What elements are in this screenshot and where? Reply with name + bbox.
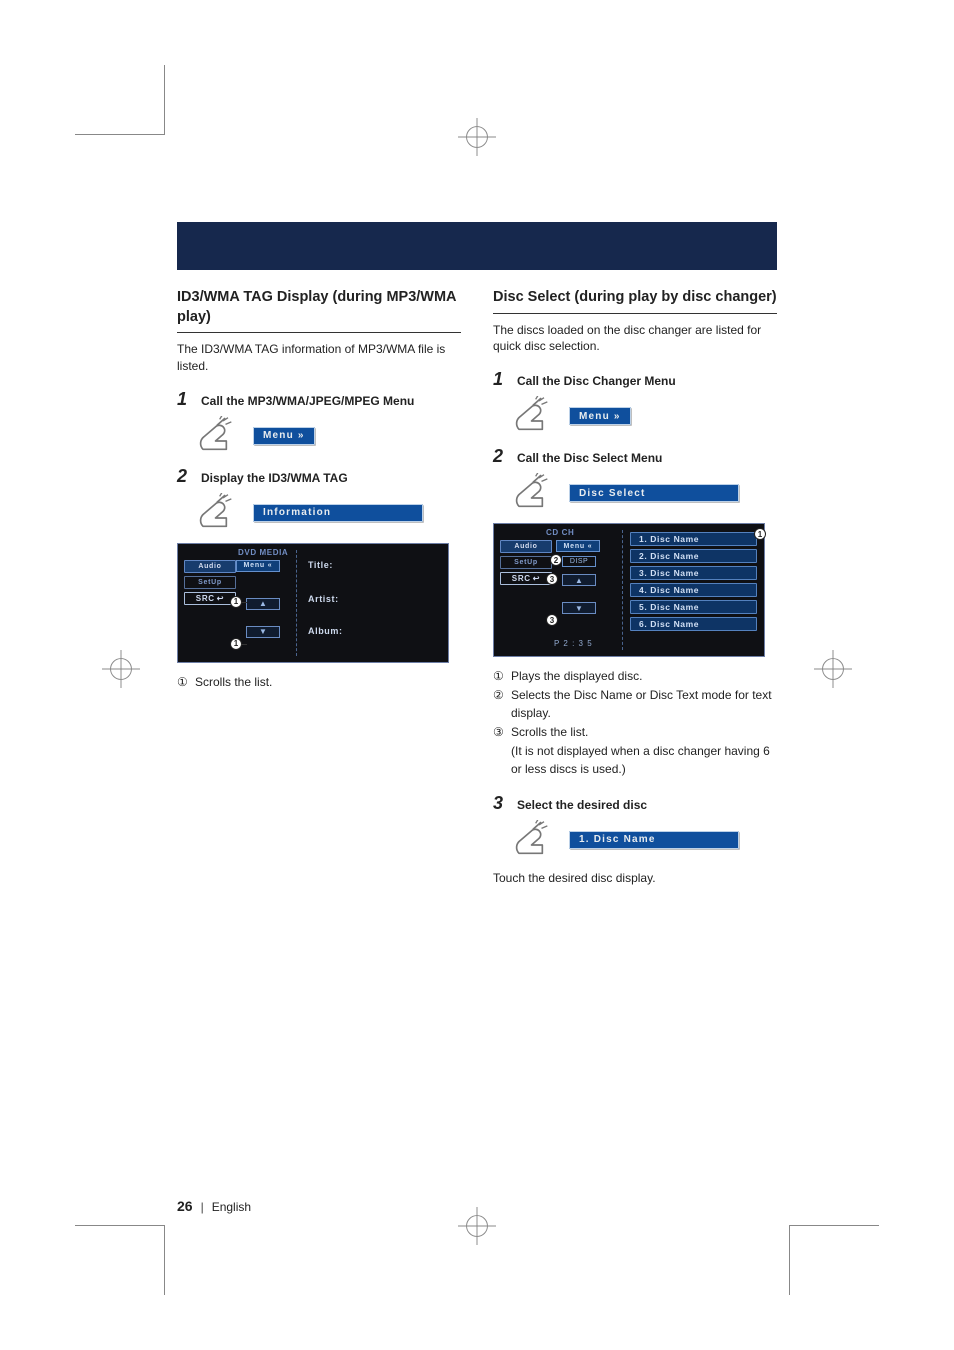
play-time: P 2 : 3 5 bbox=[554, 639, 593, 648]
screenshot-cd-changer: CD CH Audio SetUp SRC↩ Menu « DISP ▲ ▼ 1… bbox=[493, 523, 765, 657]
title-label: Title: bbox=[308, 560, 333, 570]
step-title: Call the MP3/WMA/JPEG/MPEG Menu bbox=[201, 394, 414, 408]
step-number: 2 bbox=[493, 446, 507, 467]
screen-header: DVD MEDIA bbox=[238, 548, 442, 557]
disc-item[interactable]: 1. Disc Name bbox=[630, 532, 757, 546]
legend-marker: ③ bbox=[493, 723, 511, 742]
divider bbox=[296, 550, 297, 656]
note-text: Touch the desired disc display. bbox=[493, 870, 777, 887]
registration-mark-icon bbox=[814, 650, 852, 688]
step-1: 1 Call the MP3/WMA/JPEG/MPEG Menu bbox=[177, 389, 461, 410]
legend-marker: ① bbox=[493, 667, 511, 686]
intro-text: The ID3/WMA TAG information of MP3/WMA f… bbox=[177, 341, 461, 375]
callout-2: 2 bbox=[550, 554, 562, 566]
screenshot-dvd-media: DVD MEDIA Audio SetUp SRC↩ Menu « ▲ ▼ Ti… bbox=[177, 543, 449, 663]
scroll-down-button[interactable]: ▼ bbox=[562, 602, 596, 614]
page-number: 26 bbox=[177, 1198, 193, 1214]
divider bbox=[622, 530, 623, 650]
step-title: Display the ID3/WMA TAG bbox=[201, 471, 348, 485]
disc-item[interactable]: 6. Disc Name bbox=[630, 617, 757, 631]
section-title: ID3/WMA TAG Display (during MP3/WMA play… bbox=[177, 288, 461, 333]
step-2: 2 Display the ID3/WMA TAG bbox=[177, 466, 461, 487]
legend-marker: ① bbox=[177, 673, 195, 692]
disc-item[interactable]: 4. Disc Name bbox=[630, 583, 757, 597]
scroll-up-button[interactable]: ▲ bbox=[246, 598, 280, 610]
disc-item[interactable]: 5. Disc Name bbox=[630, 600, 757, 614]
finger-tap-icon bbox=[513, 820, 555, 860]
crop-mark-bottom-right bbox=[789, 1225, 879, 1295]
step-title: Select the desired disc bbox=[517, 798, 647, 812]
callout-1: 1 bbox=[754, 528, 766, 540]
src-button[interactable]: SRC↩ bbox=[500, 572, 552, 585]
header-bar bbox=[177, 222, 777, 270]
step-3: 3 Select the desired disc bbox=[493, 793, 777, 814]
information-button[interactable]: Information bbox=[253, 504, 423, 522]
registration-mark-icon bbox=[458, 118, 496, 156]
callout-3: 3 bbox=[546, 573, 558, 585]
legend: ①Plays the displayed disc. ②Selects the … bbox=[493, 667, 777, 779]
finger-tap-icon bbox=[197, 416, 239, 456]
step-number: 3 bbox=[493, 793, 507, 814]
callout-3: 3 bbox=[546, 614, 558, 626]
crop-mark-bottom-left bbox=[75, 1225, 165, 1295]
crop-mark-top-left bbox=[75, 65, 165, 135]
disc-name-button[interactable]: 1. Disc Name bbox=[569, 831, 739, 849]
finger-tap-icon bbox=[513, 396, 555, 436]
step-number: 2 bbox=[177, 466, 191, 487]
audio-button[interactable]: Audio bbox=[184, 560, 236, 573]
audio-button[interactable]: Audio bbox=[500, 540, 552, 553]
legend-text: Selects the Disc Name or Disc Text mode … bbox=[511, 686, 777, 723]
legend-text: (It is not displayed when a disc changer… bbox=[511, 742, 777, 779]
scroll-down-button[interactable]: ▼ bbox=[246, 626, 280, 638]
footer-language: English bbox=[212, 1200, 251, 1214]
setup-button[interactable]: SetUp bbox=[184, 576, 236, 589]
finger-tap-icon bbox=[513, 473, 555, 513]
setup-button[interactable]: SetUp bbox=[500, 556, 552, 569]
footer-divider: | bbox=[201, 1200, 204, 1214]
album-label: Album: bbox=[308, 626, 343, 636]
step-number: 1 bbox=[177, 389, 191, 410]
menu-button[interactable]: Menu » bbox=[253, 427, 315, 445]
finger-tap-icon bbox=[197, 493, 239, 533]
legend-text: Scrolls the list. bbox=[511, 723, 588, 742]
disc-select-button[interactable]: Disc Select bbox=[569, 484, 739, 502]
disp-button[interactable]: DISP bbox=[562, 556, 596, 567]
callout-lead bbox=[241, 644, 247, 645]
step-title: Call the Disc Select Menu bbox=[517, 451, 662, 465]
section-title: Disc Select (during play by disc changer… bbox=[493, 288, 777, 314]
legend-text: Scrolls the list. bbox=[195, 673, 272, 692]
left-column: ID3/WMA TAG Display (during MP3/WMA play… bbox=[177, 288, 461, 901]
disc-item[interactable]: 2. Disc Name bbox=[630, 549, 757, 563]
menu-button[interactable]: Menu » bbox=[569, 407, 631, 425]
disc-list: 1. Disc Name 2. Disc Name 3. Disc Name 4… bbox=[630, 532, 757, 631]
legend: ① Scrolls the list. bbox=[177, 673, 461, 692]
callout-lead bbox=[241, 602, 247, 603]
step-2: 2 Call the Disc Select Menu bbox=[493, 446, 777, 467]
disc-item[interactable]: 3. Disc Name bbox=[630, 566, 757, 580]
right-column: Disc Select (during play by disc changer… bbox=[493, 288, 777, 901]
registration-mark-icon bbox=[102, 650, 140, 688]
menu-back-button[interactable]: Menu « bbox=[556, 540, 600, 552]
artist-label: Artist: bbox=[308, 594, 339, 604]
scroll-up-button[interactable]: ▲ bbox=[562, 574, 596, 586]
legend-marker: ② bbox=[493, 686, 511, 705]
intro-text: The discs loaded on the disc changer are… bbox=[493, 322, 777, 356]
menu-back-button[interactable]: Menu « bbox=[236, 560, 280, 572]
legend-text: Plays the displayed disc. bbox=[511, 667, 642, 686]
registration-mark-icon bbox=[458, 1207, 496, 1245]
step-number: 1 bbox=[493, 369, 507, 390]
step-1: 1 Call the Disc Changer Menu bbox=[493, 369, 777, 390]
src-button[interactable]: SRC↩ bbox=[184, 592, 236, 605]
page-footer: 26 | English bbox=[177, 1198, 251, 1214]
step-title: Call the Disc Changer Menu bbox=[517, 374, 676, 388]
